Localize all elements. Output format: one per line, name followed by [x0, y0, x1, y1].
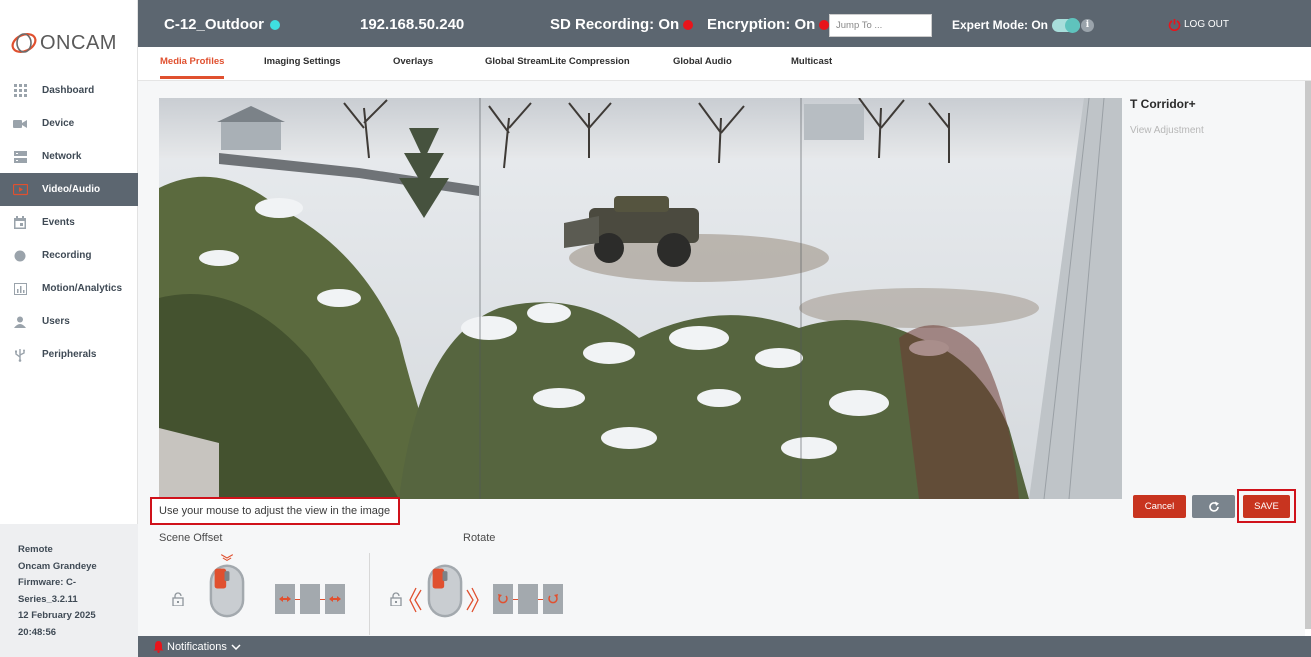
calendar-icon: [12, 215, 28, 231]
jump-to-input[interactable]: Jump To ...: [829, 14, 932, 37]
sidebar: ONCAM Dashboard Device Network Video/Aud…: [0, 0, 138, 657]
server-icon: [12, 149, 28, 165]
bar-chart-icon: [12, 281, 28, 297]
notifications-label: Notifications: [167, 640, 227, 653]
sidebar-item-label: Users: [42, 316, 70, 327]
tab-imaging-settings[interactable]: Imaging Settings: [264, 56, 341, 67]
sidebar-item-peripherals[interactable]: Peripherals: [0, 338, 138, 371]
sidebar-item-network[interactable]: Network: [0, 140, 138, 173]
logo-swoosh-icon: [11, 33, 37, 53]
device-info-line: Remote: [18, 544, 53, 555]
bell-icon: [153, 640, 164, 653]
logo-text: ONCAM: [40, 31, 117, 54]
logout-button[interactable]: LOG OUT: [1168, 18, 1229, 31]
tab-multicast[interactable]: Multicast: [791, 56, 832, 67]
sidebar-item-motion-analytics[interactable]: Motion/Analytics: [0, 272, 138, 305]
user-icon: [12, 314, 28, 330]
camera-scene: [159, 98, 1122, 499]
sidebar-item-events[interactable]: Events: [0, 206, 138, 239]
device-info-line: Firmware: C-: [18, 577, 77, 588]
sidebar-item-video-audio[interactable]: Video/Audio: [0, 173, 138, 206]
mouse-left-drag-icon: [209, 554, 245, 618]
mouse-hint-text: Use your mouse to adjust the view in the…: [150, 497, 400, 525]
device-info-line: Oncam Grandeye: [18, 560, 97, 572]
online-status-dot: [270, 20, 281, 30]
oncam-logo: ONCAM: [9, 26, 131, 60]
sidebar-item-recording[interactable]: Recording: [0, 239, 138, 272]
settings-tabs: Media Profiles Imaging Settings Overlays…: [138, 47, 1311, 81]
controls-divider: [369, 553, 370, 635]
lock-icon[interactable]: [390, 592, 402, 606]
device-ip: 192.168.50.240: [360, 16, 465, 33]
tab-global-streamlite-compression[interactable]: Global StreamLite Compression: [485, 56, 630, 67]
device-name-text: C-12_Outdoor: [164, 16, 265, 33]
lock-icon[interactable]: [172, 592, 184, 606]
offset-left-right-icon: [325, 584, 345, 614]
tab-overlays[interactable]: Overlays: [393, 56, 433, 67]
rotate-right-chevrons-icon: [466, 587, 479, 613]
device-info-line: Series_3.2.11: [18, 593, 78, 605]
offset-center-icon: [300, 584, 320, 614]
expert-mode-label: Expert Mode: On: [952, 18, 1049, 32]
sidebar-item-label: Peripherals: [42, 349, 97, 360]
rotate-cw-icon: [543, 584, 563, 614]
camera-view-image[interactable]: [159, 98, 1122, 499]
record-dot-icon: [12, 248, 28, 264]
sidebar-item-label: Video/Audio: [42, 184, 101, 195]
mouse-right-drag-icon: [427, 564, 463, 618]
sd-recording-text: SD Recording: On: [550, 16, 680, 33]
device-info-line: 12 February 2025: [18, 610, 96, 621]
logout-label: LOG OUT: [1184, 19, 1230, 30]
sidebar-item-label: Recording: [42, 250, 92, 261]
sidebar-item-label: Dashboard: [42, 85, 95, 96]
top-header: C-12_Outdoor 192.168.50.240 SD Recording…: [138, 0, 1311, 47]
app-root: ONCAM Dashboard Device Network Video/Aud…: [0, 0, 1311, 657]
usb-icon: [12, 347, 28, 363]
cancel-button[interactable]: Cancel: [1133, 495, 1186, 518]
sd-recording-dot: [683, 20, 694, 30]
toggle-knob: [1065, 18, 1080, 33]
sidebar-item-label: Events: [42, 217, 75, 228]
rotate-center-icon: [518, 584, 538, 614]
rotate-left-chevrons-icon: [409, 587, 422, 613]
device-info-panel: Remote Oncam Grandeye Firmware: C- Serie…: [0, 524, 138, 657]
sd-recording-status: SD Recording: On: [550, 16, 694, 33]
tab-media-profiles[interactable]: Media Profiles: [160, 56, 224, 67]
sidebar-item-users[interactable]: Users: [0, 305, 138, 338]
encryption-dot: [819, 20, 830, 30]
scene-offset-label: Scene Offset: [159, 532, 223, 544]
encryption-text: Encryption: On: [707, 16, 816, 33]
sidebar-item-dashboard[interactable]: Dashboard: [0, 74, 138, 107]
tab-global-audio[interactable]: Global Audio: [673, 56, 732, 67]
expert-mode-toggle[interactable]: [1052, 18, 1080, 33]
info-icon[interactable]: i: [1081, 19, 1094, 32]
offset-direction-strip: [275, 584, 345, 614]
notifications-bar[interactable]: Notifications: [138, 636, 1311, 657]
rotate-label: Rotate: [463, 532, 496, 544]
sidebar-item-device[interactable]: Device: [0, 107, 138, 140]
sidebar-item-label: Network: [42, 151, 82, 162]
device-name: C-12_Outdoor: [164, 16, 281, 33]
sidebar-item-label: Motion/Analytics: [42, 283, 123, 294]
power-icon: [1168, 19, 1181, 31]
device-info-line: 20:48:56: [18, 626, 57, 638]
rotate-ccw-icon: [493, 584, 513, 614]
reset-button[interactable]: [1192, 495, 1235, 518]
scrollbar[interactable]: [1305, 81, 1311, 629]
save-button[interactable]: SAVE: [1243, 495, 1290, 518]
profile-title: T Corridor+: [1130, 97, 1196, 111]
grid-icon: [12, 83, 28, 99]
camera-icon: [12, 116, 28, 132]
sidebar-nav: Dashboard Device Network Video/Audio Eve…: [0, 74, 138, 371]
chevron-down-icon: [231, 643, 241, 650]
active-tab-indicator: [160, 76, 224, 79]
play-screen-icon: [12, 182, 28, 198]
sidebar-item-label: Device: [42, 118, 75, 129]
offset-left-right-icon: [275, 584, 295, 614]
encryption-status: Encryption: On: [707, 16, 830, 33]
rotate-direction-strip: [493, 584, 563, 614]
refresh-icon: [1208, 501, 1219, 512]
profile-subtitle: View Adjustment: [1130, 125, 1204, 136]
